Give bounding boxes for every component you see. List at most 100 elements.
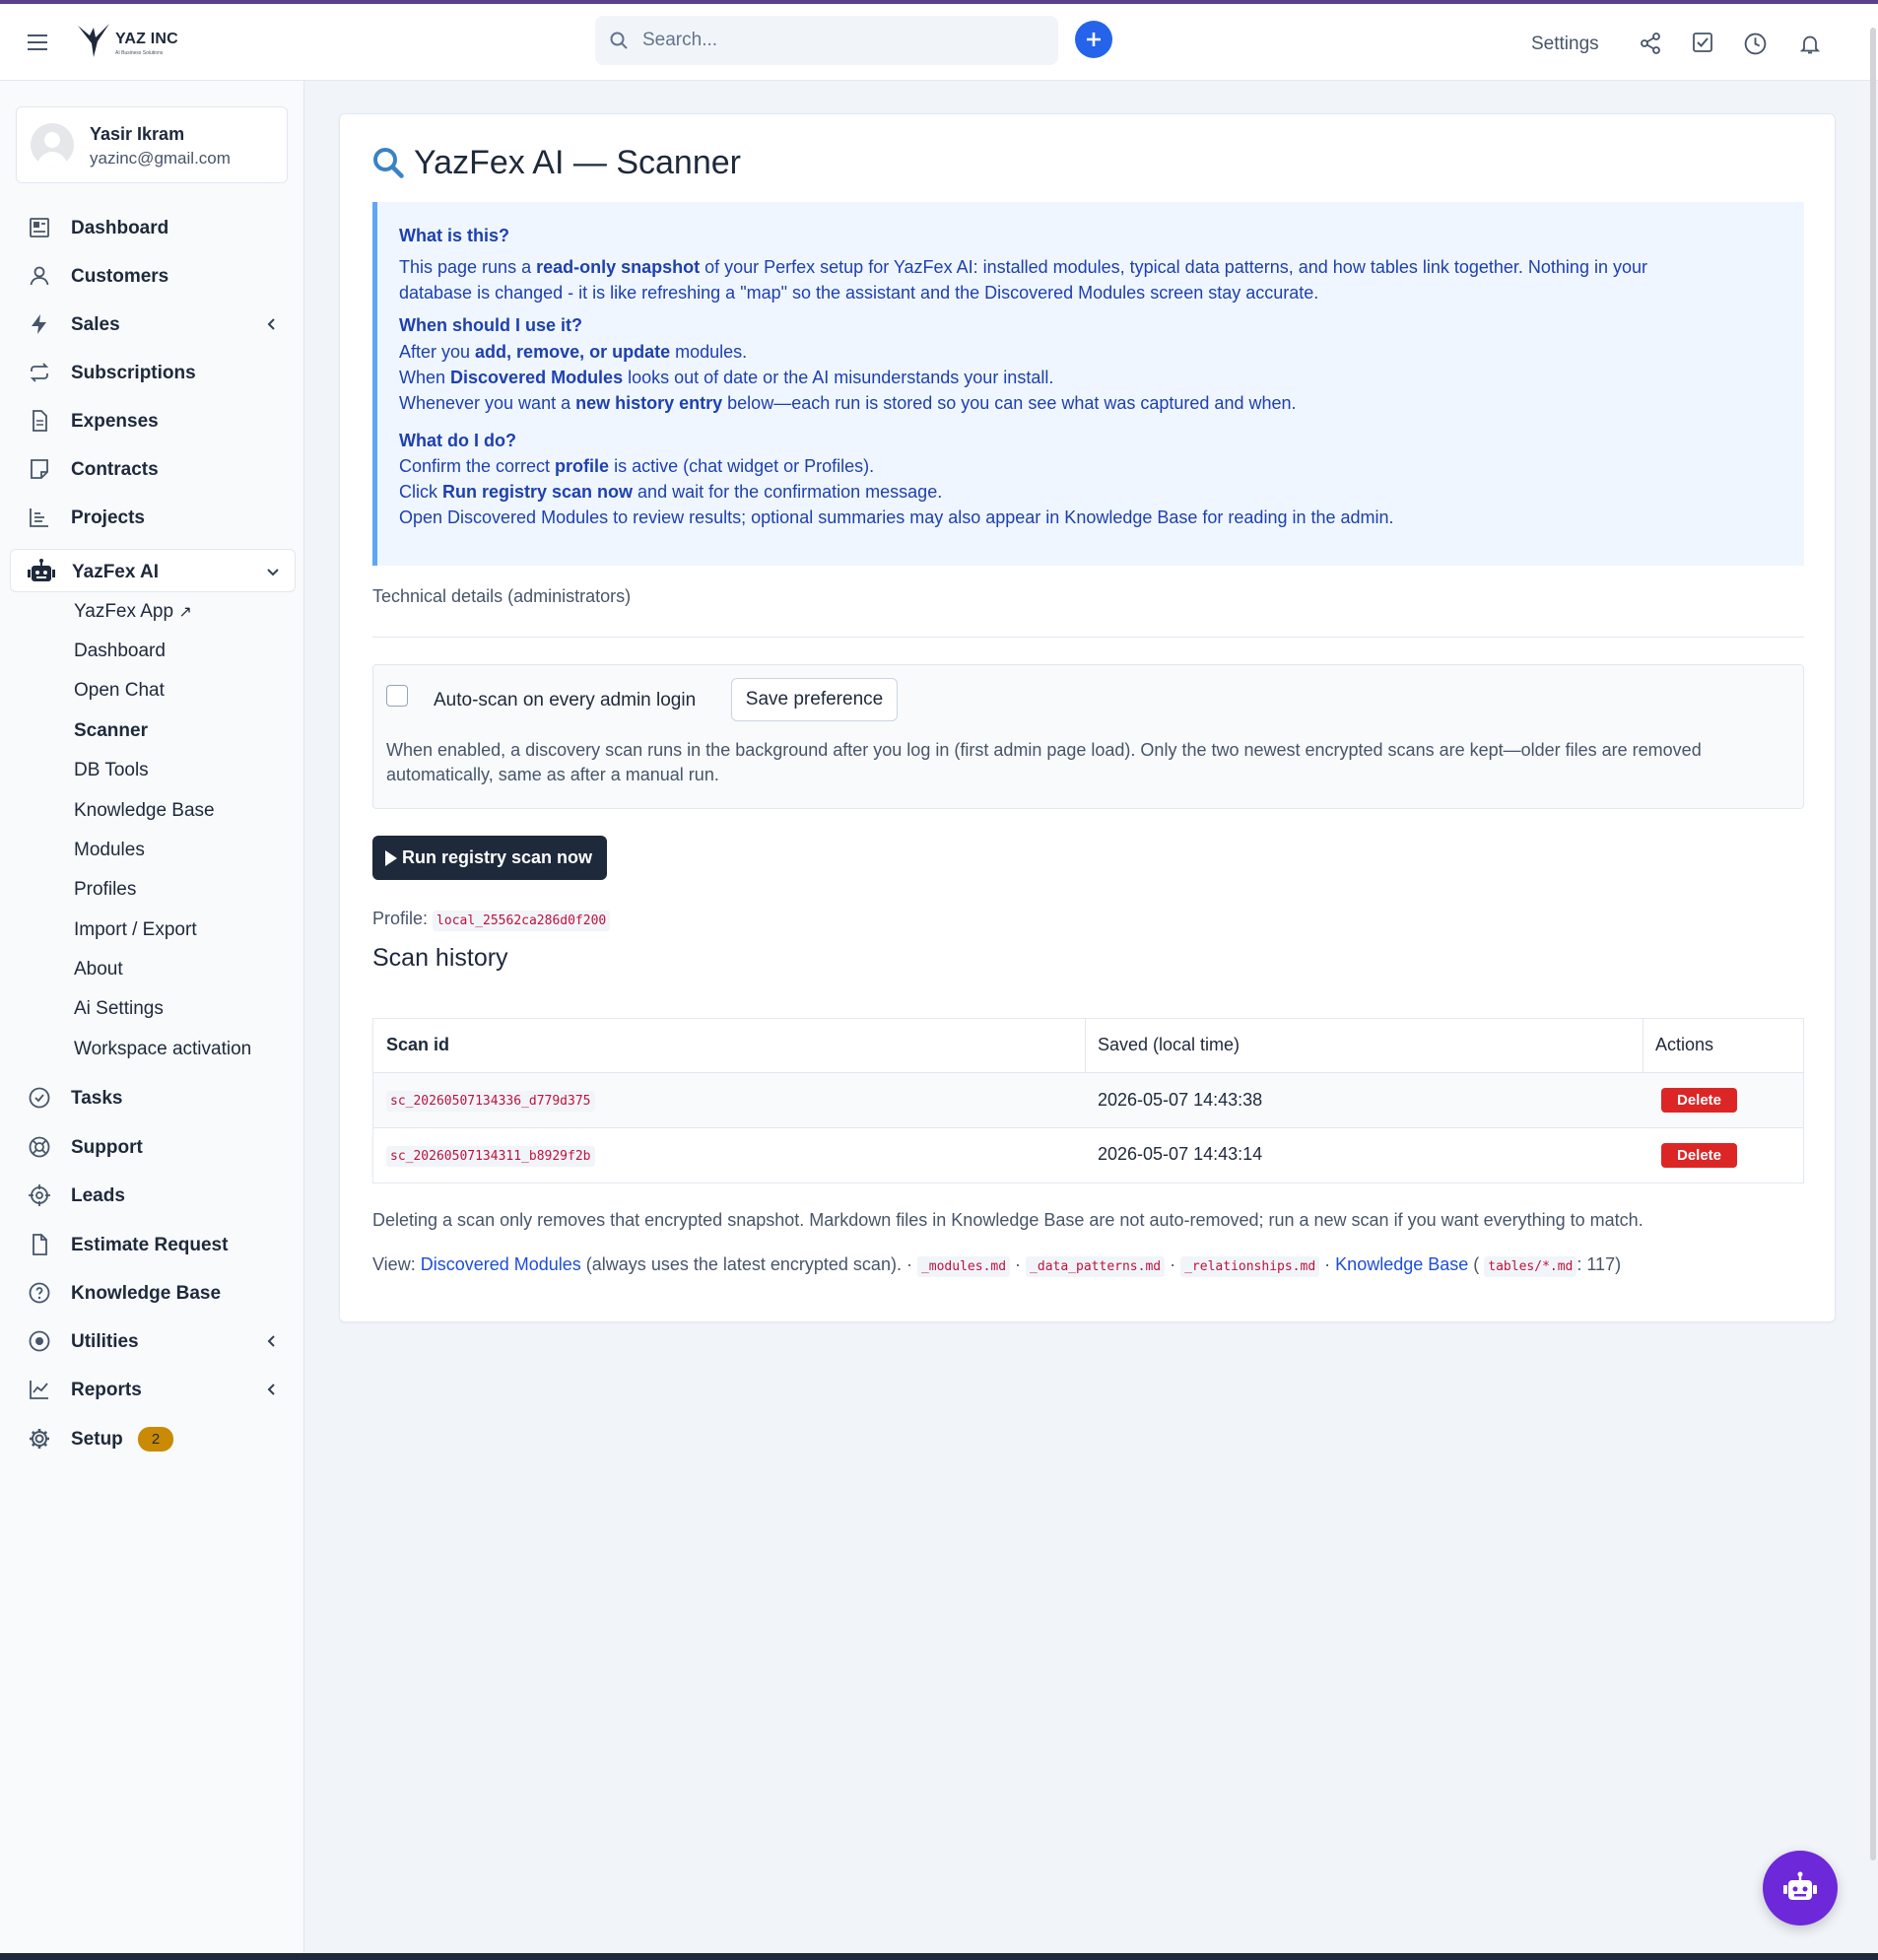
info-line: Confirm the correct profile is active (c… <box>399 456 875 476</box>
sidebar-sub-yazfex-app[interactable]: YazFex App ↗ <box>74 601 192 623</box>
autoscan-label: Auto-scan on every admin login <box>434 690 697 710</box>
checkbox-tasks-icon[interactable] <box>1691 31 1714 54</box>
sidebar-item-subscriptions[interactable]: Subscriptions <box>10 351 296 394</box>
sidebar-item-label: Reports <box>71 1380 142 1400</box>
crosshair-icon <box>28 1183 51 1207</box>
sidebar-item-utilities[interactable]: Utilities <box>10 1319 296 1363</box>
divider <box>372 637 1804 638</box>
sidebar-sub-knowledge-base[interactable]: Knowledge Base <box>74 800 215 822</box>
modules-md-file[interactable]: _modules.md <box>916 1256 1011 1277</box>
run-button-label: Run registry scan now <box>402 847 593 867</box>
sidebar-item-label: Tasks <box>71 1088 123 1109</box>
sidebar-item-tasks[interactable]: Tasks <box>10 1076 296 1119</box>
page-scrollbar[interactable] <box>1870 28 1876 1860</box>
sidebar-item-label: Expenses <box>71 411 159 432</box>
sidebar-item-estimate-request[interactable]: Estimate Request <box>10 1223 296 1266</box>
separator: · <box>1010 1254 1027 1274</box>
knowledge-base-link[interactable]: Knowledge Base <box>1335 1254 1468 1274</box>
user-email: yazinc@gmail.com <box>90 149 231 168</box>
sidebar-sub-dashboard[interactable]: Dashboard <box>74 641 166 662</box>
delete-scan-button[interactable]: Delete <box>1661 1088 1737 1113</box>
sidebar-sub-db-tools[interactable]: DB Tools <box>74 760 149 781</box>
scan-id-cell: sc_20260507134311_b8929f2b <box>386 1146 595 1167</box>
sidebar-item-label: Knowledge Base <box>71 1283 222 1304</box>
view-prefix: View: <box>372 1254 416 1274</box>
info-paragraph-line: This page runs a read-only snapshot of y… <box>399 257 1647 277</box>
sidebar-item-label: Projects <box>71 507 145 528</box>
sidebar-item-label: Sales <box>71 314 120 335</box>
data-patterns-md-file[interactable]: _data_patterns.md <box>1026 1256 1166 1277</box>
sidebar-item-leads[interactable]: Leads <box>10 1174 296 1217</box>
sidebar-sub-open-chat[interactable]: Open Chat <box>74 680 165 702</box>
sidebar-sub-scanner[interactable]: Scanner <box>74 720 148 742</box>
global-search <box>595 16 1058 65</box>
chevron-down-icon <box>265 564 281 579</box>
page-title: YazFex AI — Scanner <box>414 144 741 181</box>
sidebar-sub-modules[interactable]: Modules <box>74 840 145 861</box>
relationships-md-file[interactable]: _relationships.md <box>1180 1256 1320 1277</box>
saved-time-cell: 2026-05-07 14:43:14 <box>1098 1144 1263 1164</box>
sidebar-item-customers[interactable]: Customers <box>10 254 296 298</box>
sidebar-item-label: YazFex AI <box>72 562 160 582</box>
sidebar-item-knowledge-base[interactable]: Knowledge Base <box>10 1271 296 1315</box>
column-header-actions: Actions <box>1655 1035 1714 1054</box>
search-input[interactable] <box>642 16 1046 65</box>
gear-icon <box>28 1427 51 1451</box>
sidebar-item-contracts[interactable]: Contracts <box>10 447 296 491</box>
clock-icon[interactable] <box>1743 32 1768 56</box>
separator: · <box>1165 1254 1181 1274</box>
sidebar-item-yazfex-ai[interactable]: YazFex AI <box>10 549 296 592</box>
sidebar-item-label: Dashboard <box>71 218 169 238</box>
brand-logo[interactable]: YAZ INC AI Business Solutions <box>76 22 194 61</box>
line-chart-icon <box>28 1378 51 1401</box>
sidebar-item-reports[interactable]: Reports <box>10 1368 296 1411</box>
info-line: Whenever you want a new history entry be… <box>399 393 1297 413</box>
settings-link[interactable]: Settings <box>1531 34 1599 55</box>
user-icon <box>28 264 51 288</box>
share-icon[interactable] <box>1639 32 1662 55</box>
sidebar-item-label: Setup <box>71 1429 123 1450</box>
tables-count: : 117) <box>1576 1254 1622 1274</box>
sidebar-sub-profiles[interactable]: Profiles <box>74 879 136 901</box>
sidebar-sub-import-export[interactable]: Import / Export <box>74 919 197 941</box>
save-preference-button[interactable]: Save preference <box>731 678 898 721</box>
hamburger-menu-icon[interactable] <box>26 33 49 52</box>
robot-chat-icon <box>1782 1870 1818 1906</box>
sidebar-item-dashboard[interactable]: Dashboard <box>10 206 296 249</box>
discovered-modules-link[interactable]: Discovered Modules <box>421 1254 581 1274</box>
sidebar-item-setup[interactable]: Setup 2 <box>10 1417 296 1460</box>
sidebar-item-label: Leads <box>71 1185 125 1206</box>
sidebar-sub-about[interactable]: About <box>74 959 123 980</box>
sidebar-sub-workspace-activation[interactable]: Workspace activation <box>74 1039 251 1060</box>
setup-count-badge: 2 <box>138 1427 173 1452</box>
dashboard-icon <box>28 216 51 239</box>
info-line: Click Run registry scan now and wait for… <box>399 482 943 502</box>
sidebar-item-label: Contracts <box>71 459 159 480</box>
repeat-icon <box>28 361 51 384</box>
chat-assistant-button[interactable] <box>1763 1851 1838 1926</box>
sidebar-sub-ai-settings[interactable]: Ai Settings <box>74 998 164 1020</box>
sidebar-item-sales[interactable]: Sales <box>10 303 296 346</box>
technical-details-toggle[interactable]: Technical details (administrators) <box>372 586 631 607</box>
lifebuoy-icon <box>28 1135 51 1159</box>
user-profile-card[interactable]: Yasir Ikram yazinc@gmail.com <box>16 106 288 183</box>
sidebar-item-support[interactable]: Support <box>10 1125 296 1169</box>
bolt-icon <box>28 312 51 336</box>
bell-icon[interactable] <box>1798 32 1822 56</box>
run-registry-scan-button[interactable]: Run registry scan now <box>372 836 607 880</box>
autoscan-checkbox[interactable] <box>386 685 408 707</box>
autoscan-panel: Auto-scan on every admin login Save pref… <box>372 664 1804 809</box>
chart-icon <box>28 506 51 529</box>
view-links-line: View: Discovered Modules (always uses th… <box>372 1254 1622 1277</box>
sidebar: Yasir Ikram yazinc@gmail.com Dashboard C… <box>0 81 304 1953</box>
sidebar-item-projects[interactable]: Projects <box>10 496 296 539</box>
info-question-do: What do I do? <box>399 431 516 450</box>
quick-add-button[interactable] <box>1075 21 1112 58</box>
delete-scan-button[interactable]: Delete <box>1661 1143 1737 1168</box>
sidebar-item-expenses[interactable]: Expenses <box>10 399 296 442</box>
paren: ( <box>1468 1254 1485 1274</box>
sidebar-item-label: Estimate Request <box>71 1235 229 1255</box>
info-line: After you add, remove, or update modules… <box>399 342 748 362</box>
user-name: Yasir Ikram <box>90 124 185 144</box>
avatar <box>31 123 74 167</box>
